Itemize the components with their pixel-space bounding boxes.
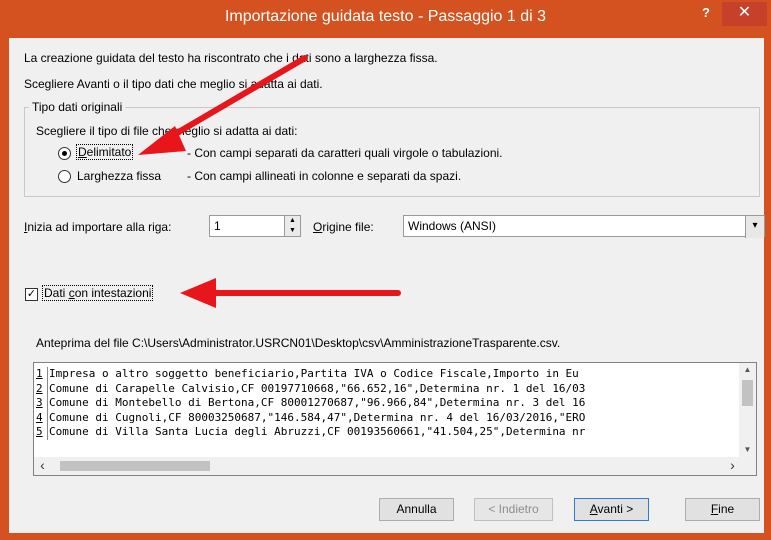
delimited-option-label[interactable]: Delimitato [76, 144, 134, 160]
dialog-body: La creazione guidata del testo ha riscon… [9, 38, 765, 533]
preview-row-number: 1 [34, 367, 48, 382]
start-row-input[interactable]: 1 [209, 215, 287, 237]
preview-label: Anteprima del file C:\Users\Administrato… [36, 336, 561, 350]
preview-row-text: Impresa o altro soggetto beneficiario,Pa… [49, 367, 579, 380]
preview-row-number: 5 [34, 425, 48, 440]
preview-row-number: 3 [34, 396, 48, 411]
title-bar[interactable]: Importazione guidata testo - Passaggio 1… [1, 1, 770, 38]
preview-row: 1 Impresa o altro soggetto beneficiario,P… [34, 367, 741, 382]
preview-horizontal-scrollbar[interactable]: ‹ › [34, 457, 756, 475]
scroll-right-icon[interactable]: › [724, 457, 741, 475]
scroll-up-icon[interactable]: ▲ [739, 363, 756, 377]
preview-row-number: 2 [34, 381, 48, 396]
delimited-access-key: D [78, 145, 87, 159]
dialog-window: Importazione guidata testo - Passaggio 1… [0, 0, 771, 540]
data-type-prompt: Scegliere il tipo di file che meglio si … [36, 124, 298, 138]
preview-row-number: 4 [34, 410, 48, 425]
spin-down-icon[interactable]: ▼ [285, 226, 300, 236]
scroll-down-icon[interactable]: ▼ [739, 443, 756, 457]
fixed-width-label-pre: Lar [77, 169, 95, 183]
preview-row: 3 Comune di Montebello di Bertona,CF 8000… [34, 396, 741, 411]
next-button[interactable]: Avanti > [574, 498, 649, 521]
fixed-width-label-post: hezza fissa [101, 169, 162, 183]
file-origin-value: Windows (ANSI) [408, 219, 497, 233]
close-button[interactable]: ✕ [722, 2, 767, 26]
file-origin-label: Origine file: [313, 220, 374, 234]
preview-lines: 1 Impresa o altro soggetto beneficiario,P… [34, 367, 741, 440]
headers-checkbox[interactable]: ✓ [25, 288, 38, 301]
delimited-description: - Con campi separati da caratteri quali … [187, 146, 503, 160]
headers-label-post: on intestazioni [74, 286, 152, 300]
scroll-left-icon[interactable]: ‹ [34, 457, 51, 475]
preview-panel[interactable]: 1 Impresa o altro soggetto beneficiario,P… [33, 362, 757, 476]
vertical-scroll-thumb[interactable] [742, 380, 753, 406]
fixed-width-radio[interactable] [58, 170, 71, 183]
chevron-down-icon[interactable]: ▾ [745, 216, 764, 238]
spin-up-icon[interactable]: ▲ [285, 216, 300, 226]
intro-line-1: La creazione guidata del testo ha riscon… [24, 51, 438, 65]
fixed-width-description: - Con campi allineati in colonne e separ… [187, 169, 462, 183]
cancel-button[interactable]: Annulla [379, 498, 454, 521]
preview-row-text: Comune di Villa Santa Lucia degli Abruzz… [49, 425, 586, 438]
horizontal-scroll-thumb[interactable] [60, 461, 210, 471]
file-origin-label-rest: rigine file: [322, 220, 374, 234]
back-button[interactable]: < Indietro [474, 498, 553, 521]
next-label-rest: vanti > [597, 502, 634, 516]
start-row-label: Inizia ad importare alla riga: [24, 220, 171, 234]
window-title: Importazione guidata testo - Passaggio 1… [224, 8, 547, 25]
preview-row-text: Comune di Montebello di Bertona,CF 80001… [49, 396, 586, 409]
file-origin-access-key: O [313, 220, 323, 234]
preview-row-text: Comune di Cugnoli,CF 80003250687,"146.58… [49, 410, 586, 424]
next-access-key: A [589, 502, 598, 516]
start-row-spinner[interactable]: ▲ ▼ [284, 215, 301, 237]
data-type-group-title: Tipo dati originali [29, 100, 126, 114]
headers-checkbox-label[interactable]: Dati con intestazioni [42, 285, 154, 301]
intro-line-2: Scegliere Avanti o il tipo dati che megl… [24, 77, 323, 91]
file-origin-select[interactable]: Windows (ANSI) ▾ [403, 215, 765, 238]
preview-row: 4 Comune di Cugnoli,CF 80003250687,"146.5… [34, 410, 741, 425]
fixed-width-option-label[interactable]: Larghezza fissa [77, 169, 161, 183]
preview-row: 2 Comune di Carapelle Calvisio,CF 0019771… [34, 381, 741, 396]
delimited-radio[interactable] [58, 147, 71, 160]
start-row-label-rest: nizia ad importare alla riga: [27, 220, 172, 234]
preview-vertical-scrollbar[interactable]: ▲ ▼ [739, 363, 756, 457]
preview-row-text: Comune di Carapelle Calvisio,CF 00197710… [49, 381, 586, 395]
delimited-label-rest: elimitato [86, 145, 132, 159]
headers-label-pre: Dati [44, 286, 69, 300]
preview-row: 5 Comune di Villa Santa Lucia degli Abruz… [34, 425, 741, 440]
finish-label-rest: ine [718, 502, 735, 516]
finish-button[interactable]: Fine [685, 498, 760, 521]
help-button[interactable]: ? [696, 3, 716, 23]
